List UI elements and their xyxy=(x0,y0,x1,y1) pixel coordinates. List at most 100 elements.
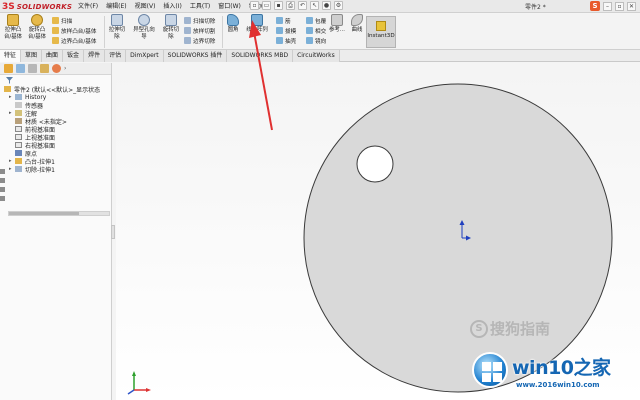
instant3d-label: Instant3D xyxy=(367,33,395,39)
close-button[interactable]: ✕ xyxy=(627,1,636,11)
extrude-cut-button[interactable]: 拉伸切 除 xyxy=(106,14,128,40)
wrap-icon xyxy=(306,17,313,24)
revolve-cut-label-2: 除 xyxy=(168,33,174,40)
panel-expand-icon[interactable]: › xyxy=(64,65,66,72)
hole-wizard-button[interactable]: 异型孔向 导 xyxy=(130,14,158,40)
new-doc-icon[interactable]: ▫ xyxy=(250,1,259,10)
boundary-cut-button[interactable]: 边界切除 xyxy=(184,36,215,45)
menu-tools[interactable]: 工具(T) xyxy=(186,2,214,11)
revolve-cut-button[interactable]: 旋转切 除 xyxy=(160,14,182,40)
curves-icon xyxy=(351,14,363,26)
window-controls: S – ▫ ✕ xyxy=(590,1,636,11)
tab-sheet-metal[interactable]: 钣金 xyxy=(63,50,85,62)
tab-solidworks-addins[interactable]: SOLIDWORKS 插件 xyxy=(163,50,228,62)
rebuild-icon[interactable]: ● xyxy=(322,1,331,10)
mirror-button[interactable]: 镜向 xyxy=(306,36,326,45)
boundary-cut-label: 边界切除 xyxy=(193,38,216,45)
tree-horizontal-scrollbar[interactable] xyxy=(8,211,110,216)
sweep-boss-button[interactable]: 扫描 xyxy=(52,16,72,25)
extrude-cut-label-1: 拉伸切 xyxy=(108,27,126,33)
part-disk-face[interactable] xyxy=(303,83,613,393)
tab-features[interactable]: 特征 xyxy=(0,50,22,62)
expand-icon[interactable]: ▸ xyxy=(9,158,14,164)
part-hole[interactable] xyxy=(356,145,394,183)
tree-item-top-plane[interactable]: 上视基准面 xyxy=(0,133,111,142)
lofted-cut-button[interactable]: 放样切割 xyxy=(184,26,215,35)
app-logo[interactable]: 3S SOLIDWORKS xyxy=(2,1,72,12)
tree-item-sensors[interactable]: 传感器 xyxy=(0,101,111,110)
curves-label: 曲线 xyxy=(351,27,363,33)
draft-label: 拔模 xyxy=(285,28,297,35)
feature-manager-tab-icon[interactable] xyxy=(4,64,13,73)
instant3d-icon xyxy=(376,21,386,31)
reference-geometry-button[interactable]: 参考... xyxy=(326,14,348,34)
tree-item-right-plane[interactable]: 右视基准面 xyxy=(0,141,111,150)
save-icon[interactable]: ▪ xyxy=(274,1,283,10)
display-manager-tab-icon[interactable] xyxy=(52,64,61,73)
side-tool-icon[interactable] xyxy=(0,187,5,192)
instant3d-button[interactable]: Instant3D xyxy=(366,16,396,48)
menu-insert[interactable]: 插入(I) xyxy=(159,2,185,11)
filter-icon[interactable] xyxy=(6,76,13,84)
ime-badge-icon[interactable]: S xyxy=(590,1,600,11)
revolve-boss-button[interactable]: 旋转凸 台/基体 xyxy=(26,14,48,40)
sogou-logo-icon: S xyxy=(470,319,488,338)
open-icon[interactable]: ▭ xyxy=(262,1,271,10)
win10-badge: win10之家 www.2016win10.com xyxy=(470,348,640,400)
undo-icon[interactable]: ↶ xyxy=(298,1,307,10)
tab-evaluate[interactable]: 评估 xyxy=(105,50,127,62)
tree-item-material[interactable]: 材质 <未指定> xyxy=(0,117,111,126)
curves-button[interactable]: 曲线 xyxy=(346,14,368,34)
print-icon[interactable]: ⎙ xyxy=(286,1,295,10)
boundary-cut-icon xyxy=(184,37,191,44)
tab-weldments[interactable]: 焊件 xyxy=(84,50,106,62)
extrude-boss-button[interactable]: 拉伸凸 台/基体 xyxy=(2,14,24,40)
dimxpert-manager-tab-icon[interactable] xyxy=(40,64,49,73)
tree-item-label: History xyxy=(25,93,47,101)
wrap-label: 包覆 xyxy=(315,18,327,25)
intersect-icon xyxy=(306,27,313,34)
ds-logo-mark: 3S xyxy=(2,1,15,12)
intersect-button[interactable]: 相交 xyxy=(306,26,326,35)
options-icon[interactable]: ⚙ xyxy=(334,1,343,10)
swept-cut-button[interactable]: 扫描切除 xyxy=(184,16,215,25)
menu-view[interactable]: 视图(V) xyxy=(131,2,160,11)
expand-icon[interactable]: ▸ xyxy=(9,110,14,116)
badge-brand-text: win10之家 xyxy=(512,357,611,379)
configuration-manager-tab-icon[interactable] xyxy=(28,64,37,73)
lofted-cut-icon xyxy=(184,27,191,34)
expand-icon[interactable]: ▸ xyxy=(9,94,14,100)
cut-extrude-icon xyxy=(15,166,22,172)
ribbon-separator xyxy=(104,16,105,48)
boundary-boss-button[interactable]: 边界凸台/基体 xyxy=(52,36,96,45)
tree-item-boss-extrude1[interactable]: ▸ 凸台-拉伸1 xyxy=(0,157,111,166)
menu-bar: 文件(F) 编辑(E) 视图(V) 插入(I) 工具(T) 窗口(W) 帮助(H… xyxy=(74,2,274,11)
menu-window[interactable]: 窗口(W) xyxy=(214,2,245,11)
tab-sketch[interactable]: 草图 xyxy=(21,50,43,62)
side-tool-icon[interactable] xyxy=(0,178,5,183)
side-tool-icon[interactable] xyxy=(0,196,5,201)
minimize-button[interactable]: – xyxy=(603,1,612,11)
tree-item-origin[interactable]: 原点 xyxy=(0,149,111,158)
panel-collapse-handle[interactable] xyxy=(111,225,115,239)
tree-item-cut-extrude1[interactable]: ▸ 切除-拉伸1 xyxy=(0,165,111,174)
title-bar: 3S SOLIDWORKS 文件(F) 编辑(E) 视图(V) 插入(I) 工具… xyxy=(0,0,640,13)
menu-edit[interactable]: 编辑(E) xyxy=(102,2,130,11)
tree-item-front-plane[interactable]: 前视基准面 xyxy=(0,125,111,134)
tab-circuitworks[interactable]: CircuitWorks xyxy=(293,50,340,62)
select-icon[interactable]: ↖ xyxy=(310,1,319,10)
tab-dimxpert[interactable]: DimXpert xyxy=(126,50,164,62)
scrollbar-thumb[interactable] xyxy=(9,212,79,215)
tree-root-part[interactable]: 零件2 (默认<<默认>_显示状态 xyxy=(0,85,111,94)
side-tool-icon[interactable] xyxy=(0,169,5,174)
menu-file[interactable]: 文件(F) xyxy=(74,2,102,11)
tree-item-history[interactable]: ▸ History xyxy=(0,93,111,101)
plane-icon xyxy=(15,126,22,132)
wrap-button[interactable]: 包覆 xyxy=(306,16,326,25)
restore-button[interactable]: ▫ xyxy=(615,1,624,11)
tab-surfaces[interactable]: 曲面 xyxy=(42,50,64,62)
lofted-cut-label: 放样切割 xyxy=(193,28,216,35)
loft-boss-button[interactable]: 放样凸台/基体 xyxy=(52,26,96,35)
property-manager-tab-icon[interactable] xyxy=(16,64,25,73)
expand-icon[interactable]: ▸ xyxy=(9,166,14,172)
